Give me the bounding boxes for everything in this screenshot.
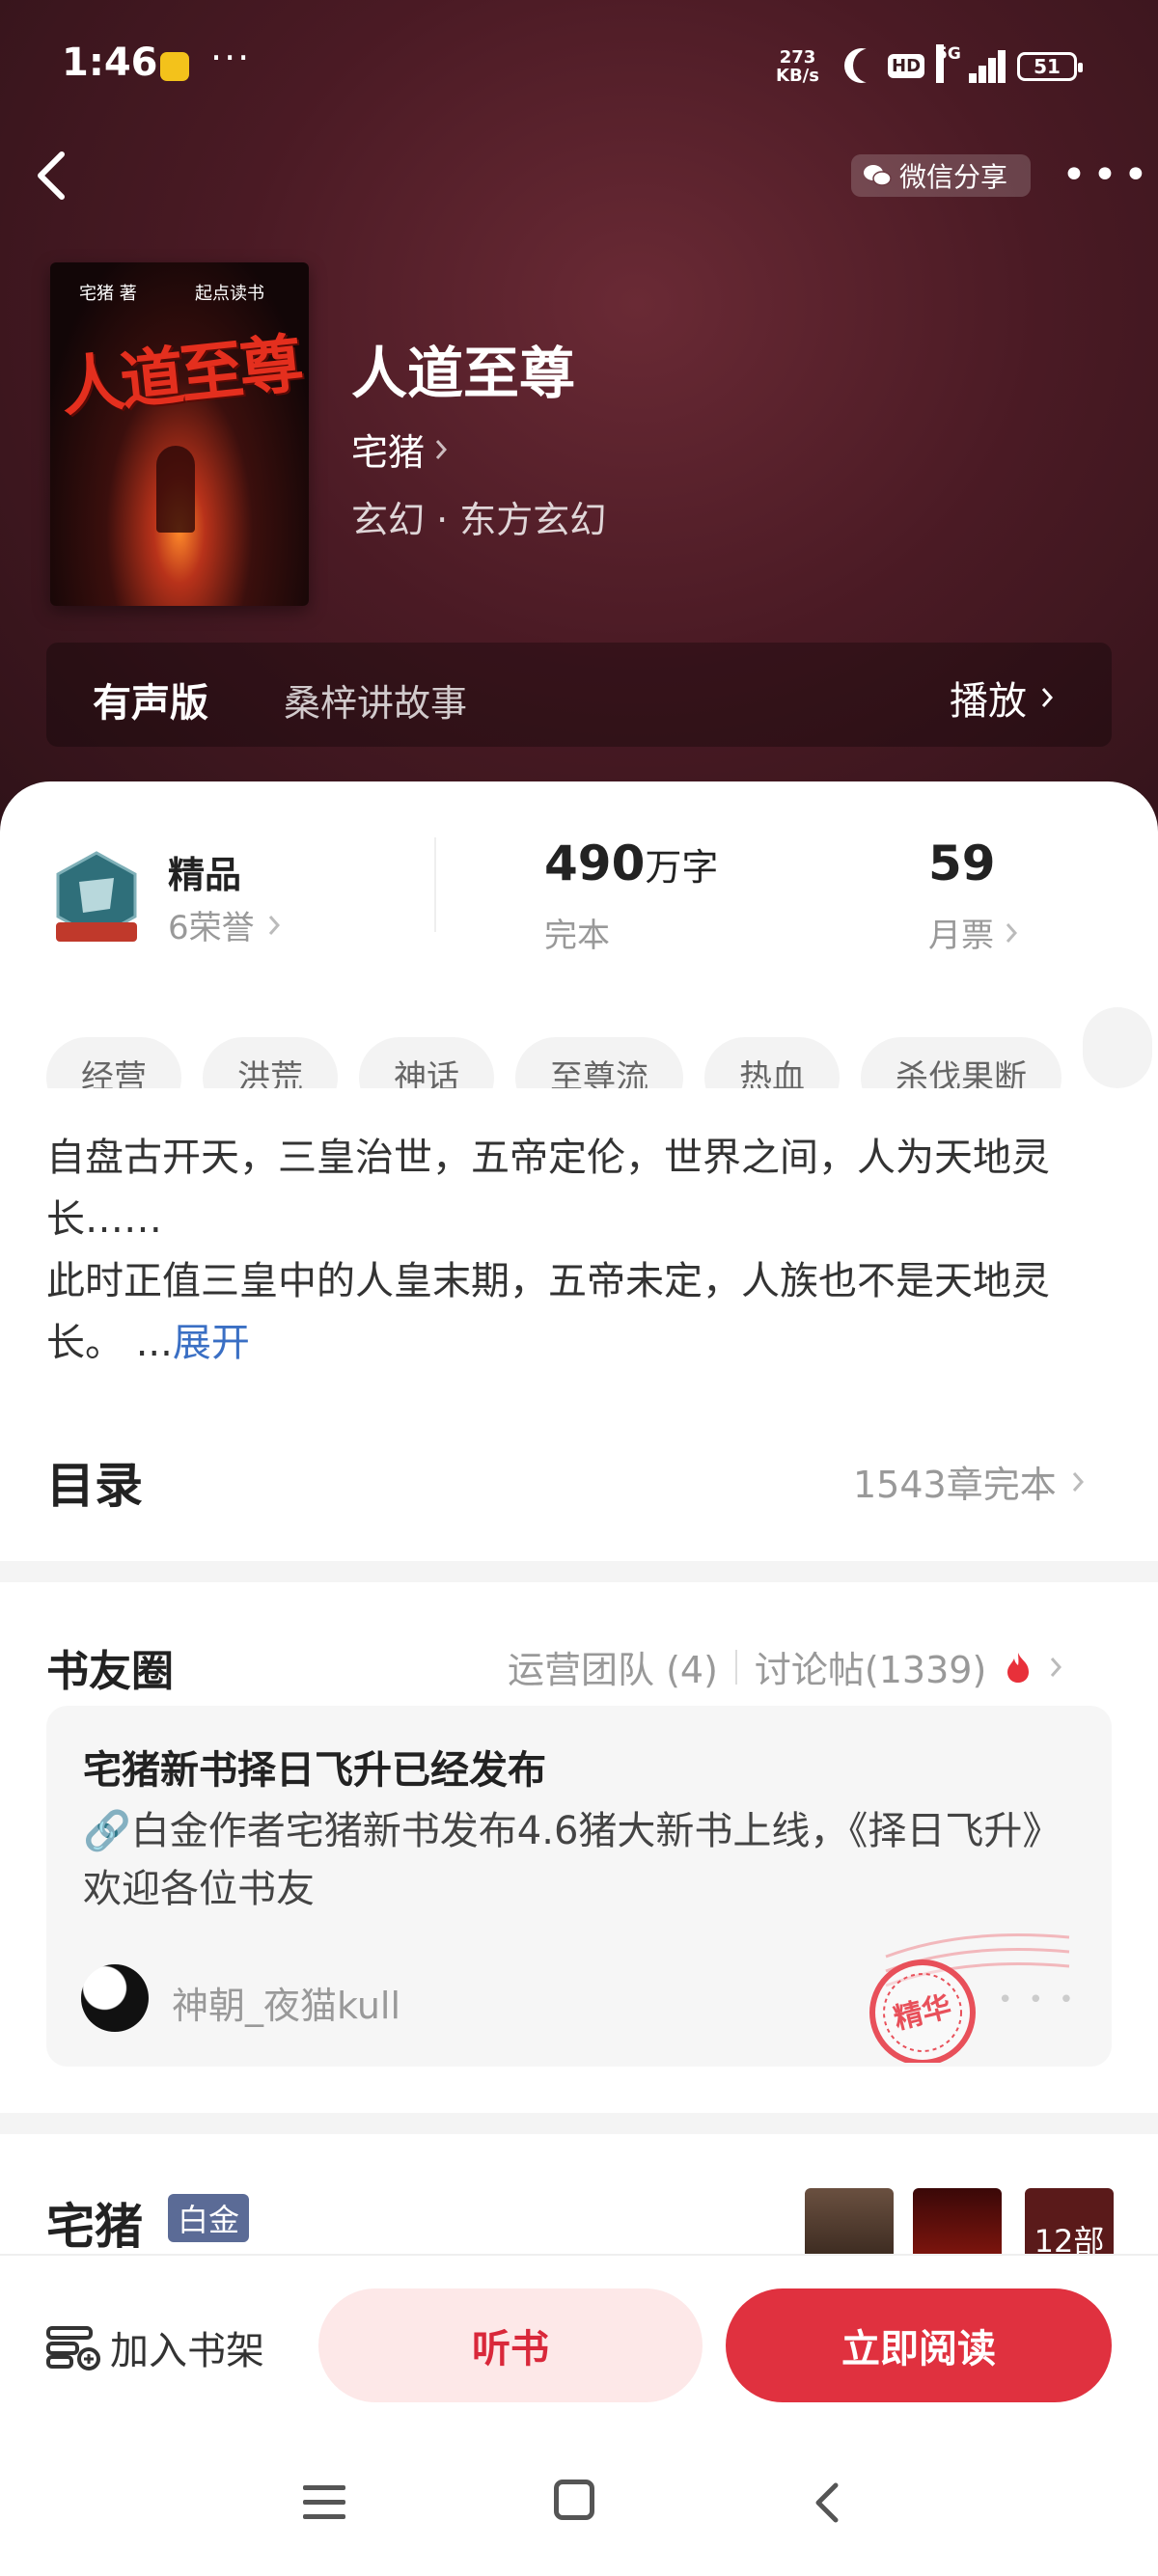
add-shelf-icon — [46, 2326, 100, 2370]
toc-chapter-count[interactable]: 1543章完本 — [853, 1455, 1084, 1508]
book-circle-meta[interactable]: 运营团队 (4) 讨论帖(1339) — [508, 1640, 1062, 1693]
fire-icon — [1007, 1652, 1030, 1683]
chevron-right-icon — [1006, 922, 1017, 943]
do-not-disturb-icon — [853, 48, 888, 83]
monthly-votes-count: 59 — [928, 836, 996, 891]
meta-divider — [734, 1649, 737, 1685]
cover-title: 人道至尊 — [57, 325, 303, 425]
quality-badge-title: 精品 — [168, 854, 242, 896]
tag-chip[interactable]: 至尊流 — [515, 1037, 683, 1088]
avatar[interactable] — [81, 1964, 149, 2032]
quality-medal-icon[interactable] — [50, 849, 143, 945]
recent-apps-icon[interactable] — [303, 2483, 345, 2522]
featured-post-card[interactable]: 宅猪新书择日飞升已经发布 🔗白金作者宅猪新书发布4.6猪大新书上线，《择日飞升》… — [46, 1706, 1112, 2067]
book-category: 玄幻 · 东方玄幻 — [351, 499, 607, 541]
battery-icon: 51 — [1017, 52, 1083, 81]
system-back-icon[interactable] — [809, 2480, 847, 2526]
add-to-shelf-button[interactable]: 加入书架 — [46, 2319, 264, 2375]
book-intro[interactable]: 自盘古开天，三皇治世，五帝定伦，世界之间，人为天地灵长…… 此时正值三皇中的人皇… — [46, 1127, 1117, 1374]
play-label: 播放 — [950, 679, 1027, 724]
tag-chip[interactable]: 神话 — [359, 1037, 494, 1088]
net-speed: 273 KB/s — [776, 47, 819, 86]
tag-chip[interactable]: 热血 — [704, 1037, 840, 1088]
chevron-right-icon — [268, 915, 280, 935]
post-title: 宅猪新书择日飞升已经发布 — [83, 1748, 546, 1793]
back-arrow-icon — [38, 151, 65, 200]
more-notifications-icon: ··· — [210, 37, 252, 79]
tag-list: 经营 洪荒 神话 至尊流 热血 杀伐果断 — [46, 1007, 1158, 1088]
ops-team-link[interactable]: 运营团队 (4) — [508, 1640, 718, 1693]
intro-line: 此时正值三皇中的人皇末期，五帝未定，人族也不是天地灵长。 ...展开 — [46, 1259, 1050, 1365]
author-link[interactable]: 宅猪 — [351, 423, 448, 476]
book-cover[interactable]: 宅猪 著 起点读书 人道至尊 — [50, 262, 309, 606]
tag-chip[interactable] — [1083, 1007, 1152, 1088]
chevron-right-icon — [1041, 688, 1054, 707]
hd-voice-icon: HD — [888, 54, 925, 78]
author-section-name[interactable]: 宅猪 — [46, 2188, 143, 2258]
play-button[interactable]: 播放 — [950, 670, 1054, 726]
system-nav-bar — [0, 2431, 1158, 2576]
expand-link[interactable]: 展开 — [173, 1321, 250, 1365]
status-time: 1:46 — [62, 41, 158, 85]
book-circle-title[interactable]: 书友圈 — [46, 1636, 174, 1698]
intro-line: 自盘古开天，三皇治世，五帝定伦，世界之间，人为天地灵长…… — [46, 1136, 1050, 1242]
honors-link[interactable]: 6荣誉 — [168, 901, 280, 948]
book-title: 人道至尊 — [351, 341, 576, 406]
monthly-votes-link[interactable]: 月票 — [928, 909, 1017, 956]
audio-narrator: 桑梓讲故事 — [284, 682, 468, 725]
section-divider — [0, 1561, 1158, 1582]
author-name: 宅猪 — [351, 431, 426, 474]
home-icon[interactable] — [554, 2480, 594, 2520]
audio-version-bar[interactable]: 有声版 桑梓讲故事 播放 — [46, 643, 1112, 747]
completion-status: 完本 — [544, 917, 610, 955]
post-username[interactable]: 神朝_夜猫kull — [172, 1976, 400, 2029]
signal-icon: 5G — [936, 44, 1006, 83]
more-menu-icon[interactable]: ••• — [1062, 154, 1154, 197]
chevron-right-icon — [435, 439, 448, 459]
stats-divider — [434, 837, 436, 932]
share-label: 微信分享 — [899, 161, 1008, 193]
word-count: 490万字 — [544, 836, 719, 891]
status-bar: 1:46 ··· 273 KB/s HD 5G 51 — [0, 0, 1158, 135]
wechat-share-button[interactable]: 微信分享 — [851, 154, 1031, 197]
cover-author: 宅猪 著 — [79, 284, 137, 304]
tag-chip[interactable]: 洪荒 — [203, 1037, 338, 1088]
tag-chip[interactable]: 经营 — [46, 1037, 181, 1088]
chevron-right-icon — [1072, 1471, 1084, 1492]
read-now-button[interactable]: 立即阅读 — [726, 2288, 1112, 2402]
author-level-badge: 白金 — [168, 2194, 250, 2242]
audio-label: 有声版 — [93, 681, 208, 726]
cover-publisher: 起点读书 — [195, 284, 264, 304]
post-body: 🔗白金作者宅猪新书发布4.6猪大新书上线，《择日飞升》欢迎各位书友 — [83, 1809, 1062, 1911]
notification-app-icon — [160, 52, 189, 81]
carousel-dots: • • • — [998, 1986, 1078, 2014]
tag-chip[interactable]: 杀伐果断 — [861, 1037, 1062, 1088]
toc-title[interactable]: 目录 — [46, 1447, 143, 1517]
back-button[interactable] — [33, 145, 71, 206]
section-divider — [0, 2113, 1158, 2134]
cover-figure — [156, 446, 195, 533]
wechat-icon — [864, 165, 892, 186]
chevron-right-icon — [1051, 1657, 1062, 1677]
listen-button[interactable]: 听书 — [318, 2288, 703, 2402]
discussion-count[interactable]: 讨论帖(1339) — [755, 1640, 986, 1693]
